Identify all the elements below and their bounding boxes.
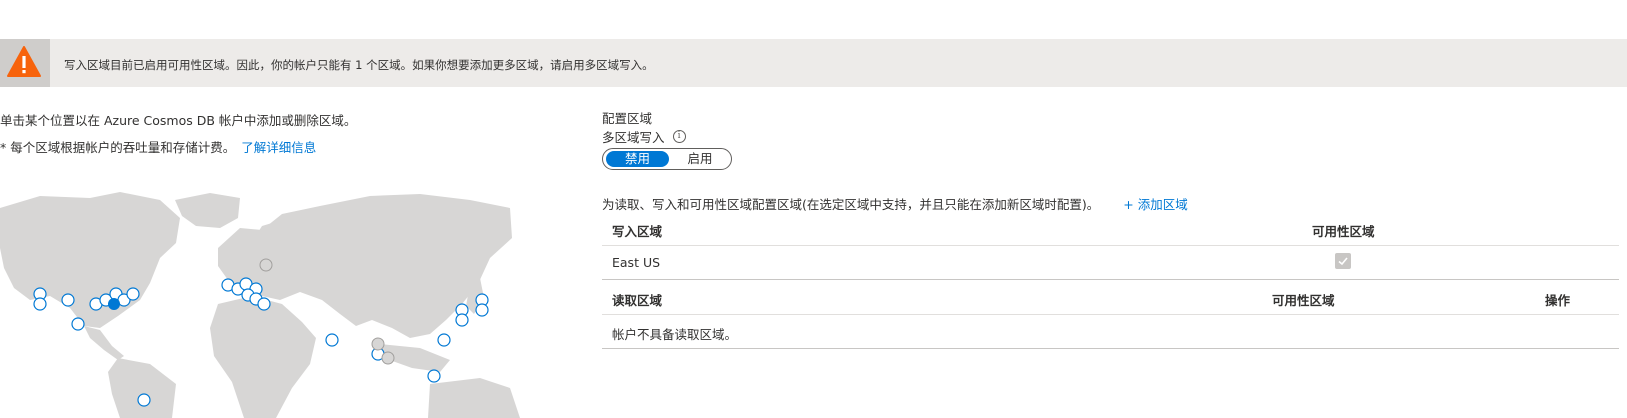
checkmark-icon xyxy=(1338,257,1348,266)
multi-write-label-text: 多区域写入 xyxy=(602,130,665,145)
learn-more-link[interactable]: 了解详细信息 xyxy=(241,140,316,155)
banner-message: 写入区域目前已启用可用性区域。因此，你的帐户只能有 1 个区域。如果你想要添加更… xyxy=(64,58,654,72)
header-actions: 操作 xyxy=(1545,293,1571,308)
billing-note: * 每个区域根据帐户的吞吐量和存储计费。 了解详细信息 xyxy=(0,137,316,156)
config-title: 配置区域 xyxy=(602,111,653,126)
region-config-description: 为读取、写入和可用性区域配置区域(在选定区域中支持，并且只能在添加新区域时配置)… xyxy=(602,194,1188,213)
world-map[interactable] xyxy=(0,188,530,418)
table-row: 帐户不具备读取区域。 xyxy=(602,315,1619,349)
write-table-header: 写入区域 可用性区域 xyxy=(602,212,1619,246)
warning-banner: 写入区域目前已启用可用性区域。因此，你的帐户只能有 1 个区域。如果你想要添加更… xyxy=(0,39,1627,87)
multi-write-label: 多区域写入 i xyxy=(602,127,686,146)
toggle-disabled-option[interactable]: 禁用 xyxy=(606,151,669,167)
write-region-name: East US xyxy=(612,255,661,270)
header-read-region: 读取区域 xyxy=(612,293,663,308)
warning-icon xyxy=(7,46,41,77)
warning-icon-box xyxy=(0,39,50,87)
map-instructions: 单击某个位置以在 Azure Cosmos DB 帐户中添加或删除区域。 xyxy=(0,113,357,128)
availability-zone-checkbox xyxy=(1335,253,1351,269)
read-table-header: 读取区域 可用性区域 操作 xyxy=(602,281,1619,315)
header-write-region: 写入区域 xyxy=(612,224,663,239)
billing-note-text: * 每个区域根据帐户的吞吐量和存储计费。 xyxy=(0,140,236,155)
header-read-availability-zone: 可用性区域 xyxy=(1272,293,1335,308)
toggle-enabled-option[interactable]: 启用 xyxy=(671,151,729,167)
region-config-description-text: 为读取、写入和可用性区域配置区域(在选定区域中支持，并且只能在添加新区域时配置)… xyxy=(602,197,1100,212)
info-icon[interactable]: i xyxy=(672,130,686,143)
read-region-empty-message: 帐户不具备读取区域。 xyxy=(612,327,738,342)
add-region-link[interactable]: + 添加区域 xyxy=(1123,197,1187,212)
table-row: East US xyxy=(602,246,1619,280)
selected-region-marker[interactable] xyxy=(108,298,120,310)
header-availability-zone: 可用性区域 xyxy=(1312,224,1375,239)
multi-write-toggle[interactable]: 禁用 启用 xyxy=(602,148,732,170)
